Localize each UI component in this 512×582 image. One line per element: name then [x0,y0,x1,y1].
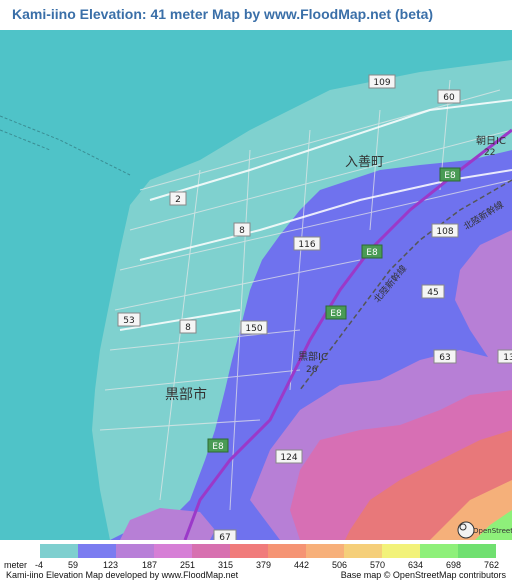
shield-116: 116 [293,236,321,251]
svg-text:53: 53 [123,316,134,326]
svg-text:8: 8 [239,226,245,236]
svg-text:124: 124 [280,453,297,463]
shield-60: 60 [437,89,461,104]
legend-swatch-5 [192,544,230,558]
legend-swatch-9 [344,544,382,558]
svg-text:8: 8 [185,323,191,333]
legend-tick: 762 [484,560,500,570]
shield-53: 53 [117,312,141,327]
svg-text:60: 60 [443,93,455,103]
svg-text:63: 63 [439,353,450,363]
svg-text:E8: E8 [330,309,342,319]
ic-asahi-number: 22 [484,148,495,158]
legend-tick: 123 [103,560,119,570]
legend-swatch-4 [154,544,192,558]
map-svg: 109 60 E8 2 8 116 108 E8 45 53 8 150 E8 … [0,30,512,540]
ic-kurobe-label: 黒部IC [298,350,328,363]
shield-2: 2 [169,191,187,206]
shield-e8-mid: E8 [361,244,383,259]
legend-tick: 187 [142,560,158,570]
shield-e8-center: E8 [325,305,347,320]
legend-swatch-6 [230,544,268,558]
legend-swatch-12 [458,544,496,558]
legend-swatch-11 [420,544,458,558]
shield-8-west: 8 [179,319,197,334]
legend-tick: 698 [446,560,462,570]
shield-e8-ne: E8 [439,167,461,182]
legend-tick: 251 [180,560,196,570]
ic-kurobe-number: 26 [306,365,318,375]
svg-text:116: 116 [298,240,315,250]
footer-attribution[interactable]: Base map © OpenStreetMap contributors [341,570,506,580]
svg-text:67: 67 [219,533,230,540]
svg-text:108: 108 [436,227,453,237]
shield-13: 13 [497,349,512,364]
legend-tick: -4 [35,560,44,570]
elevation-map[interactable]: 109 60 E8 2 8 116 108 E8 45 53 8 150 E8 … [0,30,512,540]
shield-67: 67 [213,529,237,540]
shield-109: 109 [368,74,396,89]
legend-tick: 59 [68,560,79,570]
title-bar: Kami-iino Elevation: 41 meter Map by www… [0,0,512,30]
svg-text:109: 109 [373,78,390,88]
footer: Kami-iino Elevation Map developed by www… [0,570,512,582]
page-title: Kami-iino Elevation: 41 meter Map by www… [12,6,434,22]
legend-tick: 379 [256,560,272,570]
legend-unit: meter [4,560,28,570]
svg-text:2: 2 [175,195,181,205]
legend-swatch-1 [40,544,78,558]
svg-text:13: 13 [503,353,512,363]
legend-swatch-7 [268,544,306,558]
legend-tick: 506 [332,560,348,570]
shield-108: 108 [431,223,459,238]
town-nyuzen-label: 入善町 [345,154,384,170]
svg-text:E8: E8 [444,171,456,181]
legend-swatch-8 [306,544,344,558]
ic-asahi-label: 朝日IC [476,135,506,147]
svg-text:45: 45 [427,288,438,298]
svg-text:E8: E8 [366,248,378,258]
legend-tick: 315 [218,560,234,570]
shield-124: 124 [275,449,303,464]
shield-8-north: 8 [233,222,251,237]
shield-63: 63 [433,349,457,364]
legend-swatch-2 [78,544,116,558]
city-kurobe-label: 黒部市 [165,386,207,403]
legend-swatches [40,544,496,558]
legend-swatch-3 [116,544,154,558]
legend-swatch-10 [382,544,420,558]
shield-150: 150 [240,320,268,335]
shield-e8-south: E8 [207,438,229,453]
svg-text:150: 150 [245,324,262,334]
shield-45: 45 [421,284,445,299]
legend-tick: 442 [294,560,310,570]
legend-tick: 634 [408,560,424,570]
legend-tick: 570 [370,560,386,570]
svg-text:E8: E8 [212,442,224,452]
openstreetmap-logo-text: OpenStreetMap [473,527,512,535]
footer-credit[interactable]: Kami-iino Elevation Map developed by www… [6,570,238,580]
